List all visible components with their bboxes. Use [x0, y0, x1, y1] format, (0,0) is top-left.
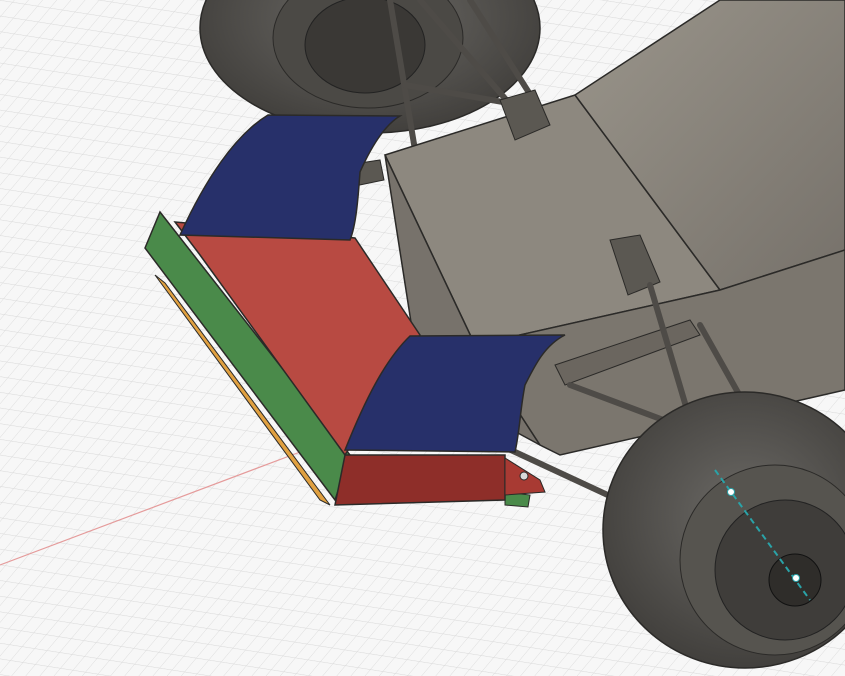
bracket-hole: [519, 471, 529, 481]
model-canvas[interactable]: [0, 0, 845, 676]
wing-red-frame-bottom: [334, 454, 506, 506]
3d-viewport[interactable]: [0, 0, 845, 676]
